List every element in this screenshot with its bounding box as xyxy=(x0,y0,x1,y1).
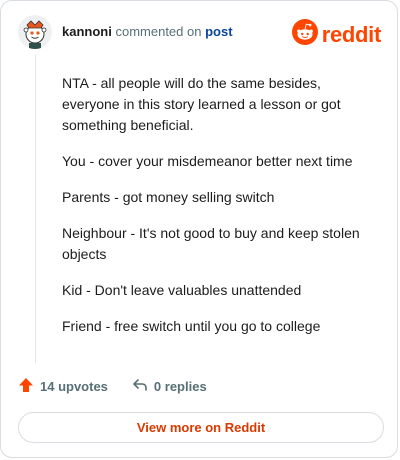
post-link[interactable]: post xyxy=(205,24,232,39)
reddit-snoo-logo-icon xyxy=(291,19,318,50)
reddit-wordmark: reddit xyxy=(321,21,382,47)
upvote-arrow-icon xyxy=(18,377,40,396)
comment-paragraph: Friend - free switch until you go to col… xyxy=(62,318,321,334)
comment-actions: 14 upvotes 0 replies xyxy=(18,377,207,396)
view-more-button[interactable]: View more on Reddit xyxy=(18,412,384,443)
comment-paragraph: NTA - all people will do the same beside… xyxy=(62,75,341,133)
replies-count: 0 replies xyxy=(153,379,207,394)
username-link[interactable]: kannoni xyxy=(62,24,112,39)
upvote-button[interactable]: 14 upvotes xyxy=(18,377,108,396)
replies-button[interactable]: 0 replies xyxy=(132,377,207,396)
reply-arrow-icon xyxy=(132,377,154,396)
comment-paragraph: Neighbour - It's not good to buy and kee… xyxy=(62,225,360,262)
comment-paragraph: You - cover your misdemeanor better next… xyxy=(62,153,353,169)
thread-line xyxy=(35,55,36,363)
comment-paragraph: Parents - got money selling switch xyxy=(62,189,275,205)
comment-meta: kannoni commented on post xyxy=(62,24,233,39)
upvotes-count: 14 upvotes xyxy=(40,379,108,394)
comment-action-text: commented on xyxy=(115,23,202,39)
reddit-snoo-avatar-icon[interactable] xyxy=(18,15,52,49)
reddit-logo[interactable]: reddit xyxy=(291,19,382,50)
comment-header: kannoni commented on post xyxy=(18,15,233,49)
comment-paragraph: Kid - Don't leave valuables unattended xyxy=(62,282,302,298)
comment-body: NTA - all people will do the same beside… xyxy=(62,73,380,352)
comment-embed-card: kannoni commented on post reddit NTA - a… xyxy=(0,0,398,458)
